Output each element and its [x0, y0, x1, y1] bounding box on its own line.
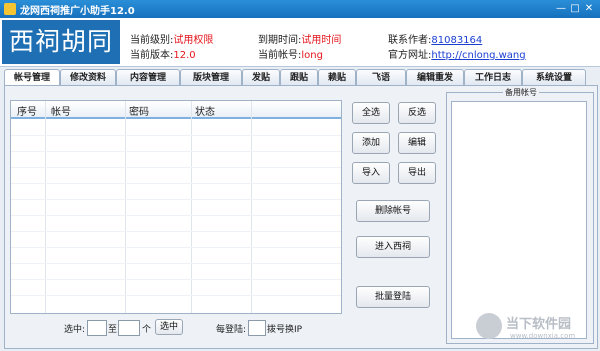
enter-xici-button[interactable]: 进入西祠 — [356, 236, 430, 258]
column-header: 状态 — [195, 107, 215, 118]
row-divider — [11, 167, 341, 168]
site-info: 官方网址:http://cnlong.wang — [388, 46, 526, 61]
tab-work-log[interactable]: 工作日志 — [464, 69, 522, 86]
column-divider — [125, 101, 126, 313]
row-divider — [11, 279, 341, 280]
dial-ip-label: 拨号换IP — [267, 325, 303, 335]
watermark: 当下软件园 www.downxia.com — [474, 311, 590, 347]
tab-board-manage[interactable]: 版块管理 — [180, 69, 242, 86]
to-label: 至 — [108, 325, 118, 335]
account-label: 当前帐号: — [258, 50, 302, 61]
tab-edit-repost[interactable]: 编辑重发 — [406, 69, 464, 86]
close-icon[interactable]: ✕ — [582, 2, 596, 16]
column-divider — [251, 101, 252, 313]
site-label: 官方网址: — [388, 50, 432, 61]
tab-content-manage[interactable]: 内容管理 — [116, 69, 180, 86]
row-divider — [11, 247, 341, 248]
row-divider — [11, 135, 341, 136]
select-label: 选中: — [64, 325, 86, 335]
level-info: 当前级别:试用权限 — [130, 31, 213, 46]
window-title: 龙网西祠推广小助手12.0 — [20, 6, 135, 17]
minimize-icon[interactable]: — — [554, 2, 568, 16]
select-from-input[interactable] — [87, 320, 107, 336]
row-divider — [11, 183, 341, 184]
add-button[interactable]: 添加 — [352, 132, 390, 154]
expire-info: 到期时间:试用时间 — [258, 31, 341, 46]
tab-follow-post[interactable]: 跟贴 — [280, 69, 318, 86]
row-divider — [11, 263, 341, 264]
row-divider — [11, 199, 341, 200]
select-to-input[interactable] — [118, 320, 140, 336]
account-table[interactable]: 序号 帐号 密码 状态 — [10, 100, 342, 314]
column-divider — [45, 101, 46, 313]
expire-label: 到期时间: — [258, 35, 302, 46]
tab-post[interactable]: 发贴 — [242, 69, 280, 86]
column-header: 序号 — [17, 107, 37, 118]
column-header: 密码 — [129, 107, 149, 118]
every-login-label: 每登陆: — [216, 325, 247, 335]
header-panel: 西祠胡同 当前级别:试用权限 当前版本:12.0 到期时间:试用时间 当前帐号:… — [0, 18, 600, 67]
version-label: 当前版本: — [130, 50, 174, 61]
row-divider — [11, 151, 341, 152]
version-info: 当前版本:12.0 — [130, 46, 196, 61]
account-info: 当前帐号:long — [258, 46, 323, 61]
select-range-button[interactable]: 选中 — [155, 319, 183, 335]
row-divider — [11, 295, 341, 296]
select-all-button[interactable]: 全选 — [352, 102, 390, 124]
watermark-text: 当下软件园 — [506, 317, 572, 332]
maximize-icon[interactable]: □ — [568, 2, 582, 16]
level-value: 试用权限 — [173, 35, 214, 46]
tab-bar: 帐号管理 修改资料 内容管理 版块管理 发贴 跟贴 赖贴 飞语 编辑重发 工作日… — [4, 69, 596, 87]
download-arrow-icon — [476, 313, 502, 339]
account-value: long — [301, 50, 323, 61]
spare-accounts-group: 备用帐号 — [446, 87, 594, 344]
spare-accounts-list[interactable] — [451, 101, 587, 339]
batch-login-button[interactable]: 批量登陆 — [356, 286, 430, 308]
author-info: 联系作者:81083164 — [388, 31, 482, 46]
row-divider — [11, 231, 341, 232]
tab-system-settings[interactable]: 系统设置 — [522, 69, 586, 86]
tab-stick-post[interactable]: 赖贴 — [318, 69, 356, 86]
level-label: 当前级别: — [130, 35, 174, 46]
tab-flying-message[interactable]: 飞语 — [356, 69, 406, 86]
site-link[interactable]: http://cnlong.wang — [431, 50, 525, 61]
window-controls: — □ ✕ — [554, 2, 596, 16]
column-divider — [191, 101, 192, 313]
table-header: 序号 帐号 密码 状态 — [11, 101, 341, 119]
row-divider — [11, 215, 341, 216]
import-button[interactable]: 导入 — [352, 162, 390, 184]
spare-accounts-legend: 备用帐号 — [503, 87, 539, 98]
login-count-input[interactable] — [248, 320, 266, 336]
export-button[interactable]: 导出 — [398, 162, 436, 184]
author-link[interactable]: 81083164 — [431, 35, 482, 46]
watermark-subtext: www.downxia.com — [510, 332, 576, 340]
title-bar: 龙网西祠推广小助手12.0 — □ ✕ — [0, 0, 600, 18]
delete-account-button[interactable]: 删除帐号 — [356, 200, 430, 222]
column-header: 帐号 — [51, 107, 71, 118]
logo: 西祠胡同 — [2, 20, 120, 64]
invert-selection-button[interactable]: 反选 — [398, 102, 436, 124]
expire-value: 试用时间 — [301, 35, 342, 46]
tab-edit-profile[interactable]: 修改资料 — [60, 69, 116, 86]
unit-label: 个 — [142, 325, 152, 335]
version-value: 12.0 — [173, 50, 196, 61]
author-label: 联系作者: — [388, 35, 432, 46]
edit-button[interactable]: 编辑 — [398, 132, 436, 154]
app-icon — [4, 3, 16, 15]
